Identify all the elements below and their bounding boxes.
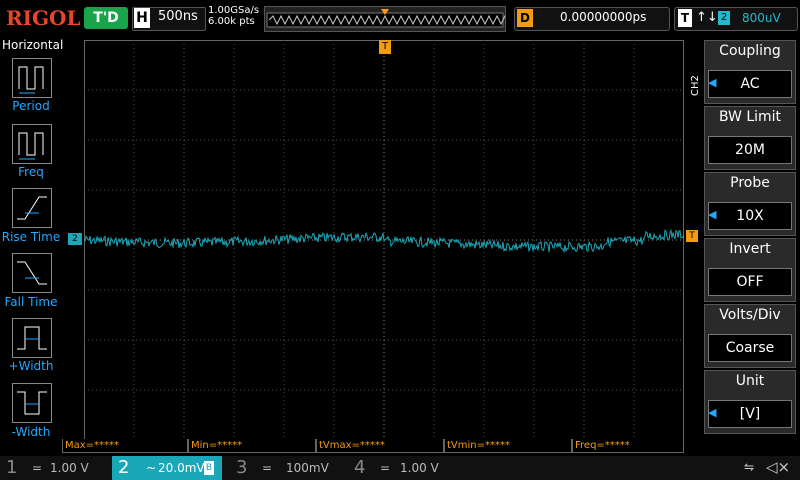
- ch2-bandwidth-icon: B: [204, 461, 214, 475]
- memory-depth: 6.00k pts: [208, 16, 255, 27]
- trigger-source: 2: [718, 11, 730, 25]
- bw-limit-value[interactable]: 20M: [708, 136, 792, 164]
- ch4-coupling: =: [380, 461, 391, 475]
- measure-min[interactable]: Min=*****: [188, 439, 316, 453]
- ch2-number[interactable]: 2: [118, 457, 129, 478]
- left-arrow-icon: ◀: [708, 406, 717, 419]
- timebase-value: 500ns: [158, 9, 198, 24]
- ch2-scale[interactable]: 20.0mV: [158, 458, 205, 478]
- panel-title: Horizontal: [2, 38, 64, 52]
- ch3-scale[interactable]: 100mV: [286, 458, 329, 478]
- waveform-overview: [266, 9, 514, 28]
- ch2-offset-marker[interactable]: 2: [68, 233, 82, 245]
- period-icon[interactable]: [12, 58, 52, 98]
- trigger-label: T: [678, 9, 692, 27]
- frequency-icon[interactable]: [12, 124, 52, 164]
- invert-label: Invert: [729, 241, 771, 257]
- measure-pos-width-label[interactable]: +Width: [0, 359, 62, 373]
- timebase-label: H: [134, 8, 150, 28]
- left-arrow-icon: ◀: [708, 208, 717, 221]
- probe-label: Probe: [730, 175, 770, 191]
- measure-period-label[interactable]: Period: [0, 99, 62, 113]
- ch4-number[interactable]: 4: [354, 457, 365, 478]
- waveform-display[interactable]: [83, 40, 685, 440]
- delay-value: 0.00000000ps: [560, 10, 647, 24]
- measure-tvmax[interactable]: tVmax=*****: [316, 439, 444, 453]
- trigger-time-marker[interactable]: T: [379, 40, 391, 54]
- trigger-edge-icon: ↑↓: [696, 10, 718, 25]
- ch1-number[interactable]: 1: [6, 457, 17, 478]
- usb-icon: ⇋: [744, 460, 755, 474]
- sample-rate: 1.00GSa/s: [208, 5, 260, 16]
- unit-label: Unit: [735, 373, 765, 389]
- sample-info: 1.00GSa/s 6.00k pts: [208, 5, 259, 27]
- graticule: [83, 40, 685, 440]
- fall-time-icon[interactable]: [12, 253, 52, 293]
- waveform-overview-bar[interactable]: [264, 6, 514, 32]
- brand-logo: RIGOL: [6, 6, 81, 30]
- speaker-mute-icon[interactable]: ◁×: [766, 458, 790, 476]
- trigger-level: 800uV: [742, 11, 781, 25]
- delay-label: D: [517, 9, 533, 27]
- ch3-number[interactable]: 3: [236, 457, 247, 478]
- measure-max[interactable]: Max=*****: [62, 439, 188, 453]
- ch3-coupling: =: [262, 461, 273, 475]
- run-state-badge[interactable]: T'D: [84, 7, 128, 29]
- measure-neg-width-label[interactable]: -Width: [0, 425, 62, 439]
- measure-freq[interactable]: Freq=*****: [572, 439, 684, 453]
- unit-value[interactable]: [V]: [708, 400, 792, 428]
- left-arrow-icon: ◀: [708, 76, 717, 89]
- bw-limit-label: BW Limit: [718, 109, 782, 125]
- invert-value[interactable]: OFF: [708, 268, 792, 296]
- measure-tvmin[interactable]: tVmin=*****: [444, 439, 572, 453]
- coupling-value[interactable]: AC: [708, 70, 792, 98]
- positive-width-icon[interactable]: [12, 318, 52, 358]
- measure-freq-label[interactable]: Freq: [0, 165, 62, 179]
- volts-div-value[interactable]: Coarse: [708, 334, 792, 362]
- ch2-coupling: ~: [146, 461, 157, 475]
- channel-menu-tag: CH2: [690, 75, 701, 96]
- probe-value[interactable]: 10X: [708, 202, 792, 230]
- negative-width-icon[interactable]: [12, 383, 52, 423]
- volts-div-label: Volts/Div: [719, 307, 781, 323]
- measure-fall-time-label[interactable]: Fall Time: [0, 295, 62, 309]
- measure-rise-time-label[interactable]: Rise Time: [0, 230, 62, 244]
- rise-time-icon[interactable]: [12, 188, 52, 228]
- coupling-label: Coupling: [719, 43, 781, 59]
- ch1-scale[interactable]: 1.00 V: [50, 458, 89, 478]
- ch4-scale[interactable]: 1.00 V: [400, 458, 439, 478]
- trigger-level-marker[interactable]: T: [686, 230, 698, 242]
- ch1-coupling: =: [32, 461, 43, 475]
